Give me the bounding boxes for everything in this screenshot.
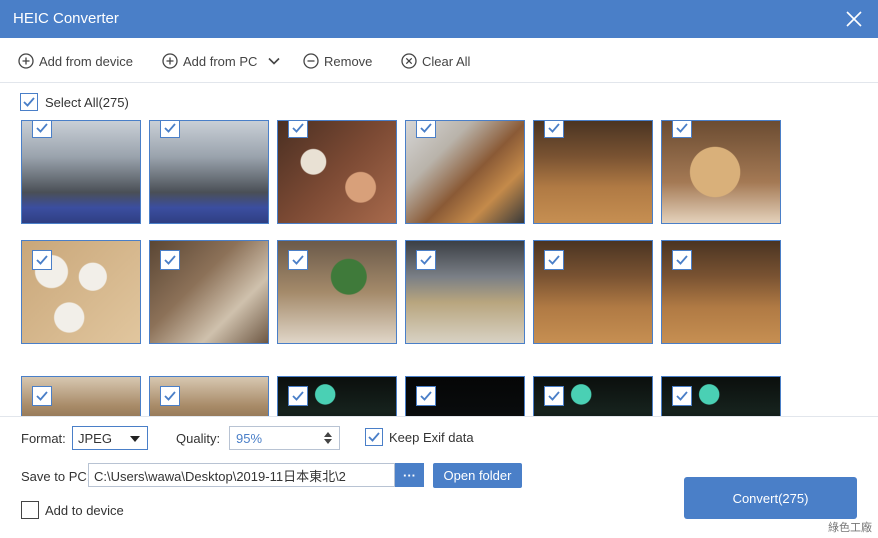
thumbnail-item[interactable] [533, 240, 653, 344]
thumbnail-item[interactable] [277, 120, 397, 224]
checkmark-icon [676, 391, 688, 401]
open-folder-button[interactable]: Open folder [433, 463, 522, 488]
thumbnail-item[interactable] [405, 376, 525, 416]
thumbnail-item[interactable] [533, 120, 653, 224]
format-value: JPEG [78, 430, 112, 446]
plus-circle-icon [162, 53, 178, 69]
thumbnail-checkbox[interactable] [672, 386, 692, 406]
window-title: HEIC Converter [13, 10, 119, 27]
thumbnail-item[interactable] [21, 240, 141, 344]
checkmark-icon [548, 391, 560, 401]
add-from-device-button[interactable]: Add from device [18, 51, 133, 71]
chevron-down-icon[interactable] [266, 53, 282, 69]
keep-exif-label: Keep Exif data [389, 429, 474, 445]
checkmark-icon [36, 123, 48, 133]
x-circle-icon [401, 53, 417, 69]
checkmark-icon [420, 391, 432, 401]
checkmark-icon [36, 255, 48, 265]
quality-value: 95% [236, 430, 263, 446]
add-from-pc-button[interactable]: Add from PC [162, 51, 282, 71]
toolbar: Add from device Add from PC Remove Clear… [0, 38, 878, 83]
thumbnail-checkbox[interactable] [288, 386, 308, 406]
thumbnail-checkbox[interactable] [416, 250, 436, 270]
add-to-device-checkbox[interactable]: Add to device [21, 501, 124, 519]
save-path-input[interactable] [88, 463, 395, 487]
thumbnail-item[interactable] [149, 120, 269, 224]
thumbnail-checkbox[interactable] [672, 250, 692, 270]
watermark-text: 綠色工廠 [828, 522, 872, 534]
thumbnail-item[interactable] [405, 240, 525, 344]
clear-all-label: Clear All [422, 53, 471, 69]
thumbnail-item[interactable] [533, 376, 653, 416]
thumbnail-item[interactable] [405, 120, 525, 224]
checkmark-icon [368, 432, 380, 442]
save-to-pc-label: Save to PC: [21, 469, 91, 484]
add-to-device-box[interactable] [21, 501, 39, 519]
thumbnail-item[interactable] [149, 240, 269, 344]
checkmark-icon [23, 97, 35, 107]
thumbnail-grid [0, 118, 878, 416]
clear-all-button[interactable]: Clear All [401, 51, 470, 71]
select-all-checkbox[interactable]: Select All(275) [20, 93, 129, 111]
checkmark-icon [292, 255, 304, 265]
keep-exif-box[interactable] [365, 428, 383, 446]
checkmark-icon [548, 123, 560, 133]
remove-label: Remove [324, 53, 373, 69]
format-select[interactable]: JPEG [72, 426, 148, 450]
thumbnail-item[interactable] [21, 376, 141, 416]
select-all-box[interactable] [20, 93, 38, 111]
thumbnail-checkbox[interactable] [544, 250, 564, 270]
thumbnail-checkbox[interactable] [416, 386, 436, 406]
checkmark-icon [676, 255, 688, 265]
checkmark-icon [420, 123, 432, 133]
keep-exif-checkbox[interactable]: Keep Exif data [365, 428, 474, 446]
thumbnail-checkbox[interactable] [416, 121, 436, 138]
close-icon[interactable] [844, 9, 864, 29]
add-to-device-label: Add to device [45, 502, 124, 518]
checkmark-icon [164, 391, 176, 401]
thumbnail-checkbox[interactable] [288, 250, 308, 270]
thumbnail-checkbox[interactable] [160, 250, 180, 270]
remove-button[interactable]: Remove [303, 51, 372, 71]
browse-button[interactable]: ··· [395, 463, 424, 487]
thumbnail-checkbox[interactable] [544, 121, 564, 138]
checkmark-icon [420, 255, 432, 265]
thumbnail-checkbox[interactable] [160, 386, 180, 406]
thumbnail-item[interactable] [277, 376, 397, 416]
convert-button[interactable]: Convert(275) [684, 477, 857, 519]
title-bar: HEIC Converter [0, 0, 878, 38]
checkmark-icon [36, 391, 48, 401]
checkmark-icon [676, 123, 688, 133]
stepper-arrows-icon[interactable] [324, 431, 332, 445]
thumbnail-checkbox[interactable] [672, 121, 692, 138]
dropdown-arrow-icon [130, 436, 140, 442]
add-from-pc-label: Add from PC [183, 53, 258, 69]
plus-circle-icon [18, 53, 34, 69]
thumbnail-item[interactable] [661, 120, 781, 224]
thumbnail-checkbox[interactable] [544, 386, 564, 406]
add-from-device-label: Add from device [39, 53, 133, 69]
thumbnail-item[interactable] [149, 376, 269, 416]
thumbnail-checkbox[interactable] [288, 121, 308, 138]
checkmark-icon [292, 123, 304, 133]
quality-stepper[interactable]: 95% [229, 426, 340, 450]
settings-panel: Format: JPEG Quality: 95% Keep Exif data… [0, 416, 878, 538]
thumbnail-checkbox[interactable] [32, 250, 52, 270]
quality-label: Quality: [176, 431, 221, 446]
checkmark-icon [164, 255, 176, 265]
thumbnail-checkbox[interactable] [32, 121, 52, 138]
checkmark-icon [292, 391, 304, 401]
thumbnail-checkbox[interactable] [32, 386, 52, 406]
format-label: Format: [21, 431, 66, 446]
checkmark-icon [164, 123, 176, 133]
thumbnail-checkbox[interactable] [160, 121, 180, 138]
thumbnail-item[interactable] [661, 240, 781, 344]
thumbnail-item[interactable] [661, 376, 781, 416]
select-all-label: Select All(275) [45, 94, 129, 110]
thumbnail-item[interactable] [277, 240, 397, 344]
thumbnail-item[interactable] [21, 120, 141, 224]
minus-circle-icon [303, 53, 319, 69]
checkmark-icon [548, 255, 560, 265]
